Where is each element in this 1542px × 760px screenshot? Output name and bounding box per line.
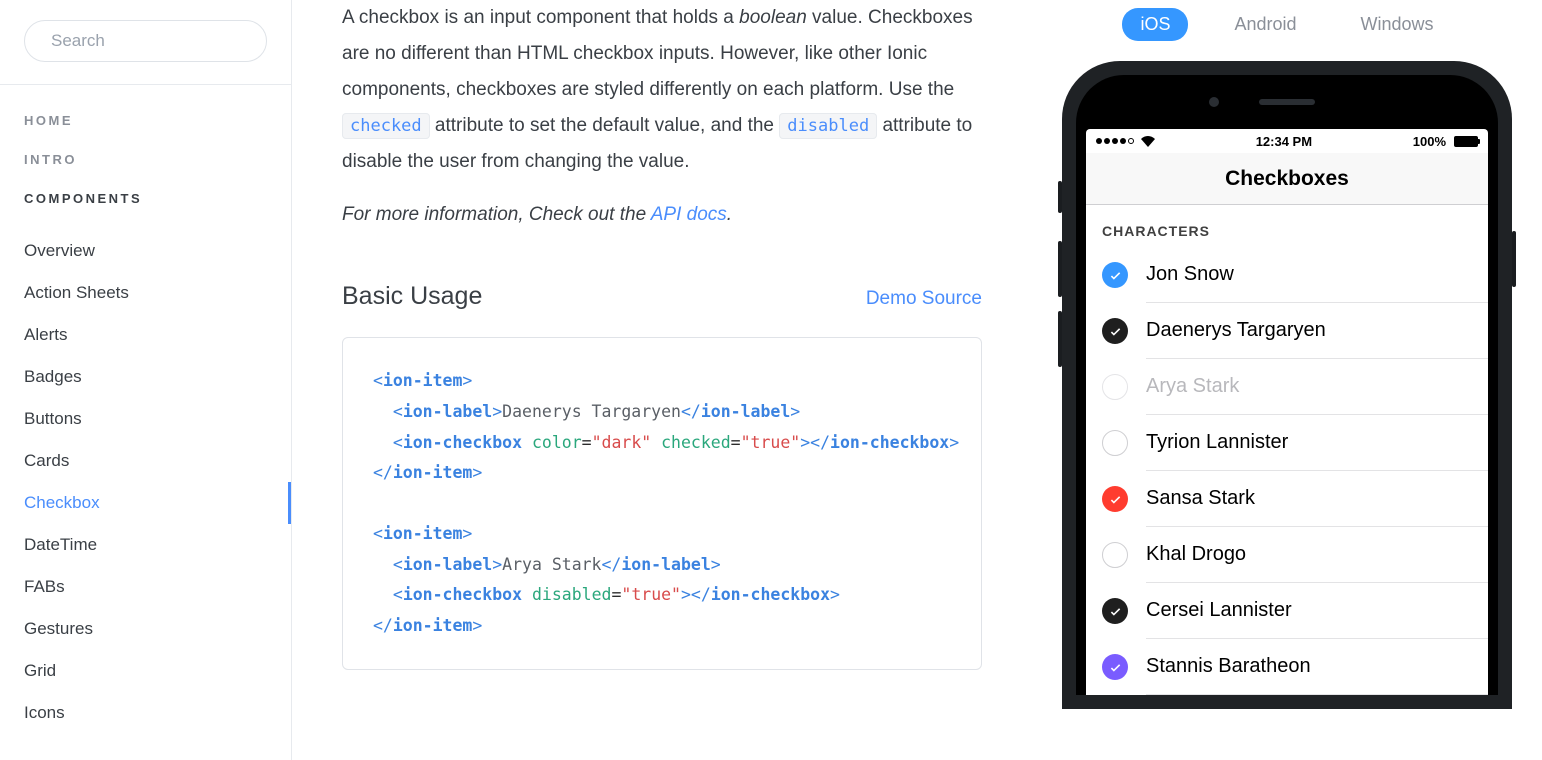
checkbox[interactable] [1102,318,1128,344]
nav-heading-components[interactable]: COMPONENTS [24,191,291,206]
checkbox [1102,374,1128,400]
wifi-icon [1141,136,1155,147]
platform-tab-android[interactable]: Android [1216,8,1314,41]
search-container [0,20,291,85]
phone-camera [1209,97,1219,107]
desc-text: A checkbox is an input component that ho… [342,7,739,28]
more-info-text: For more information, Check out the [342,204,651,225]
list-item-label: Tyrion Lannister [1146,415,1488,471]
search-input[interactable] [51,31,272,51]
list-item-label: Cersei Lannister [1146,583,1488,639]
phone-top [1076,97,1498,107]
sidebar-item-buttons[interactable]: Buttons [24,398,291,440]
phone-speaker [1259,99,1315,105]
checkbox[interactable] [1102,654,1128,680]
list-item-label: Stannis Baratheon [1146,639,1488,695]
checkbox[interactable] [1102,430,1128,456]
checkbox[interactable] [1102,486,1128,512]
list-header: CHARACTERS [1086,205,1488,247]
list-item: Arya Stark [1086,359,1488,415]
sidebar-item-datetime[interactable]: DateTime [24,524,291,566]
list-item[interactable]: Jon Snow [1086,247,1488,303]
sidebar-item-icons[interactable]: Icons [24,692,291,734]
list-item[interactable]: Cersei Lannister [1086,583,1488,639]
list-item-label: Arya Stark [1146,359,1488,415]
usage-header: Basic Usage Demo Source [342,282,982,311]
checkbox[interactable] [1102,262,1128,288]
description-paragraph: A checkbox is an input component that ho… [342,0,982,180]
phone-power-button [1512,231,1516,287]
phone-mute-switch [1058,181,1062,213]
basic-usage-heading: Basic Usage [342,282,482,311]
platform-tab-ios[interactable]: iOS [1122,8,1188,41]
status-bar: 12:34 PM 100% [1086,129,1488,153]
list-item[interactable]: Tyrion Lannister [1086,415,1488,471]
phone-frame: 12:34 PM 100% Checkboxes CHARACTERS Jon … [1062,61,1512,709]
checkbox[interactable] [1102,542,1128,568]
list-item-label: Sansa Stark [1146,471,1488,527]
sidebar-nav: HOME INTRO COMPONENTS OverviewAction She… [0,85,291,734]
more-info-text: . [727,204,732,225]
list-item[interactable]: Daenerys Targaryen [1086,303,1488,359]
sidebar-item-checkbox[interactable]: Checkbox [24,482,291,524]
nav-heading-home[interactable]: HOME [24,113,291,128]
sidebar-item-fabs[interactable]: FABs [24,566,291,608]
phone-volume-up [1058,241,1062,297]
status-time: 12:34 PM [1256,134,1312,149]
inline-code-disabled: disabled [779,113,877,139]
main-content: A checkbox is an input component that ho… [292,0,1032,760]
list-item-label: Khal Drogo [1146,527,1488,583]
phone-bezel: 12:34 PM 100% Checkboxes CHARACTERS Jon … [1076,75,1498,695]
nav-heading-intro[interactable]: INTRO [24,152,291,167]
signal-icon [1096,138,1134,144]
phone-screen: 12:34 PM 100% Checkboxes CHARACTERS Jon … [1086,129,1488,695]
sidebar-item-overview[interactable]: Overview [24,230,291,272]
device-preview: iOS Android Windows 12:34 PM [1032,0,1542,760]
list-item[interactable]: Sansa Stark [1086,471,1488,527]
battery-icon [1454,136,1478,147]
search-input-wrap[interactable] [24,20,267,62]
desc-boolean: boolean [739,7,807,28]
more-info: For more information, Check out the API … [342,204,982,226]
sidebar-item-grid[interactable]: Grid [24,650,291,692]
list-item[interactable]: Khal Drogo [1086,527,1488,583]
api-docs-link[interactable]: API docs [651,204,727,225]
sidebar-item-cards[interactable]: Cards [24,440,291,482]
demo-source-link[interactable]: Demo Source [866,288,982,310]
sidebar-item-badges[interactable]: Badges [24,356,291,398]
list-item-label: Daenerys Targaryen [1146,303,1488,359]
code-example: <ion-item> <ion-label>Daenerys Targaryen… [342,337,982,670]
phone-volume-down [1058,311,1062,367]
list-item-label: Jon Snow [1146,247,1488,303]
navbar-title: Checkboxes [1086,153,1488,205]
checkbox[interactable] [1102,598,1128,624]
sidebar-item-action-sheets[interactable]: Action Sheets [24,272,291,314]
inline-code-checked: checked [342,113,430,139]
list-item[interactable]: Stannis Baratheon [1086,639,1488,695]
platform-tab-windows[interactable]: Windows [1343,8,1452,41]
sidebar-item-gestures[interactable]: Gestures [24,608,291,650]
status-battery-text: 100% [1413,134,1446,149]
sidebar: HOME INTRO COMPONENTS OverviewAction She… [0,0,292,760]
sidebar-item-alerts[interactable]: Alerts [24,314,291,356]
platform-tabs: iOS Android Windows [1122,8,1451,41]
desc-text: attribute to set the default value, and … [430,115,780,136]
